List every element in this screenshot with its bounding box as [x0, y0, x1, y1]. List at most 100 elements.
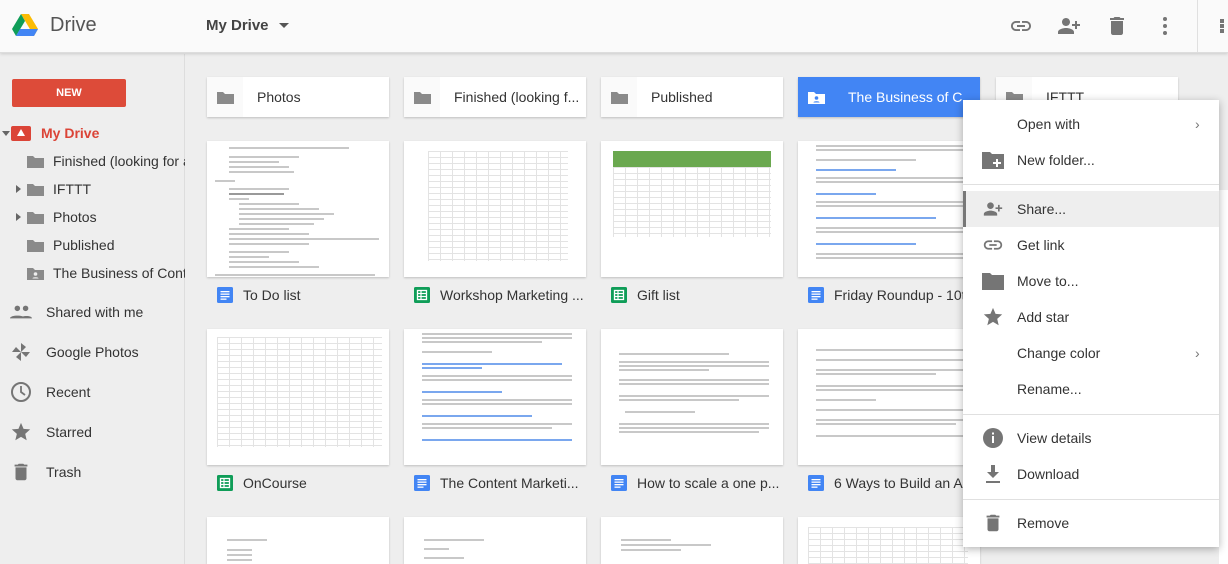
star-icon [983, 307, 1003, 326]
doc-thumbnail [601, 517, 783, 564]
tree-label: Finished (looking for a [53, 153, 185, 169]
file-card[interactable] [404, 517, 586, 564]
sidebar: NEW My Drive Finished (looking for a IFT… [0, 54, 185, 564]
menu-item-download[interactable]: Download [963, 456, 1219, 492]
file-name: How to scale a one p... [637, 475, 780, 491]
trash-icon[interactable] [1105, 14, 1129, 38]
file-name: 6 Ways to Build an A... [834, 475, 975, 491]
menu-item-share[interactable]: Share... [963, 191, 1219, 227]
file-card[interactable]: Workshop Marketing ... [404, 141, 586, 311]
trash-icon [14, 463, 28, 481]
sidebar-item-published[interactable]: Published [0, 233, 185, 257]
download-icon [986, 465, 1000, 483]
star-icon [11, 422, 31, 441]
sidebar-item-ifttt[interactable]: IFTTT [0, 177, 185, 201]
link-icon[interactable] [1009, 14, 1033, 38]
doc-thumbnail [404, 517, 586, 564]
folder-icon [27, 239, 44, 252]
more-vert-icon[interactable] [1153, 14, 1177, 38]
file-label: Friday Roundup - 10t... [808, 287, 977, 303]
menu-item-remove[interactable]: Remove [963, 505, 1219, 541]
my-drive-label: My Drive [41, 125, 100, 141]
file-card[interactable]: How to scale a one p... [601, 329, 783, 499]
tree-label: The Business of Conte [53, 265, 185, 281]
folder-card-selected[interactable]: The Business of C... [798, 77, 980, 117]
file-card[interactable]: To Do list [207, 141, 389, 311]
file-label: OnCourse [217, 475, 307, 491]
sidebar-item-my-drive[interactable]: My Drive [0, 121, 185, 145]
sidebar-item-trash[interactable]: Trash [0, 457, 185, 487]
nav-label: Recent [46, 384, 91, 400]
google-sheet-icon [611, 287, 627, 303]
add-person-icon[interactable] [1057, 14, 1081, 38]
folder-card[interactable]: Finished (looking f... [404, 77, 586, 117]
nav-label: Google Photos [46, 344, 139, 360]
sheet-thumbnail [404, 141, 586, 277]
menu-item-change-color[interactable]: Change color › [963, 335, 1219, 371]
google-doc-icon [611, 475, 627, 491]
folder-icon [610, 91, 628, 104]
sidebar-item-business-of-content[interactable]: The Business of Conte [0, 261, 185, 285]
menu-item-move-to[interactable]: Move to... [963, 263, 1219, 299]
file-card[interactable]: 6 Ways to Build an A... [798, 329, 980, 499]
doc-thumbnail [404, 329, 586, 465]
file-label: How to scale a one p... [611, 475, 779, 491]
sheet-thumbnail [207, 329, 389, 465]
sidebar-item-recent[interactable]: Recent [0, 377, 185, 407]
location-label: My Drive [206, 17, 269, 34]
menu-item-open-with[interactable]: Open with › [963, 106, 1219, 142]
sheet-thumbnail [601, 141, 783, 277]
context-menu: Open with › New folder... Share... Get l… [963, 100, 1219, 547]
menu-item-rename[interactable]: Rename... [963, 371, 1219, 407]
file-card[interactable]: The Content Marketi... [404, 329, 586, 499]
folder-card[interactable]: Published [601, 77, 783, 117]
folder-icon [27, 183, 44, 196]
toolbar-divider [1197, 0, 1198, 52]
file-card[interactable] [207, 517, 389, 564]
menu-item-get-link[interactable]: Get link [963, 227, 1219, 263]
folder-card[interactable]: Photos [207, 77, 389, 117]
sheet-thumbnail [798, 517, 980, 564]
clock-icon [11, 382, 31, 402]
tree-label: Published [53, 237, 115, 253]
folder-icon [27, 155, 44, 168]
menu-item-add-star[interactable]: Add star [963, 299, 1219, 335]
grid-view-icon[interactable] [1218, 14, 1228, 38]
file-card[interactable]: Friday Roundup - 10t... [798, 141, 980, 311]
google-sheet-icon [414, 287, 430, 303]
sidebar-item-shared-with-me[interactable]: Shared with me [0, 297, 185, 327]
sidebar-item-finished[interactable]: Finished (looking for a [0, 149, 185, 173]
file-card[interactable] [798, 517, 980, 564]
menu-divider [963, 499, 1219, 500]
doc-thumbnail [798, 141, 980, 277]
expand-arrow-icon[interactable] [16, 185, 21, 193]
google-doc-icon [808, 475, 824, 491]
location-dropdown[interactable]: My Drive [206, 17, 289, 34]
sidebar-item-starred[interactable]: Starred [0, 417, 185, 447]
file-name: Workshop Marketing ... [440, 287, 584, 303]
new-button[interactable]: NEW [12, 79, 126, 107]
file-card[interactable] [601, 517, 783, 564]
chevron-right-icon: › [1195, 116, 1200, 132]
shared-folder-icon [27, 267, 44, 280]
file-name: OnCourse [243, 475, 307, 491]
menu-item-view-details[interactable]: View details [963, 420, 1219, 456]
nav-label: Trash [46, 464, 82, 480]
doc-thumbnail [207, 517, 389, 564]
sidebar-item-google-photos[interactable]: Google Photos [0, 337, 185, 367]
link-icon [983, 240, 1003, 250]
google-doc-icon [217, 287, 233, 303]
menu-item-new-folder[interactable]: New folder... [963, 142, 1219, 178]
folder-icon [982, 273, 1004, 290]
sidebar-item-photos[interactable]: Photos [0, 205, 185, 229]
expand-arrow-icon[interactable] [16, 213, 21, 221]
new-folder-icon [982, 152, 1004, 169]
file-card[interactable]: Gift list [601, 141, 783, 311]
google-sheet-icon [217, 475, 233, 491]
add-person-icon [983, 202, 1003, 216]
file-label: Workshop Marketing ... [414, 287, 584, 303]
folder-name: Published [651, 89, 713, 105]
doc-thumbnail [207, 141, 389, 277]
file-card[interactable]: OnCourse [207, 329, 389, 499]
expand-arrow-icon[interactable] [2, 130, 10, 136]
